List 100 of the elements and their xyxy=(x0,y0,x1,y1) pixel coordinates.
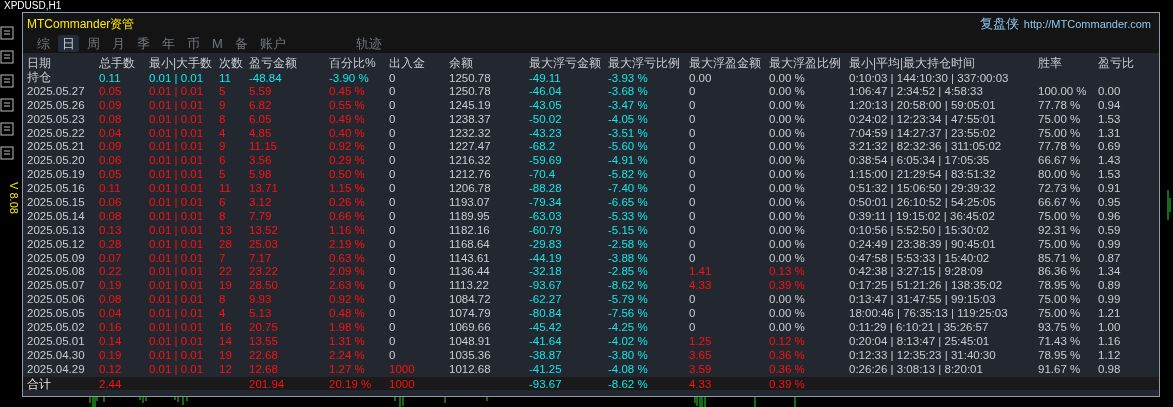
table-cell-text: 0.08 xyxy=(99,293,123,306)
table-cell-text: 2025.05.02 xyxy=(27,320,86,333)
table-cell-text: 0.01 | 0.01 xyxy=(149,334,205,347)
table-cell-text: 2.19 % xyxy=(329,237,366,250)
table-cell-text: 0.00 % xyxy=(769,71,806,84)
table-cell-text: -5.82 % xyxy=(608,168,649,181)
table-cell-text: 13.52 xyxy=(249,223,279,236)
table-cell-text: 20.19 % xyxy=(329,378,373,391)
tab[interactable]: 年 xyxy=(158,35,179,52)
tab[interactable]: M xyxy=(208,35,227,52)
table-cell-text: 0.01 | 0.01 xyxy=(149,168,205,181)
table-cell-text: -60.79 xyxy=(529,223,563,236)
column-header: 总手数 xyxy=(99,55,136,72)
table-cell-text: -41.25 xyxy=(529,362,563,375)
table-cell-text: 0.09 xyxy=(99,98,123,111)
table-cell-text: 4.33 xyxy=(689,378,713,391)
table-cell-text: 2025.05.21 xyxy=(27,140,86,153)
table-cell-text: -5.33 % xyxy=(608,209,649,222)
tab[interactable]: 季 xyxy=(133,35,154,52)
table-cell-text: 0.13 % xyxy=(769,265,806,278)
table-cell-text: 85.71 % xyxy=(1038,251,1082,264)
table-cell-text: 91.67 % xyxy=(1038,362,1082,375)
table-cell-text: 7:04:59 | 14:27:37 | 23:55:02 xyxy=(849,126,997,139)
table-cell-text: 0.01 | 0.01 xyxy=(149,251,205,264)
table-cell-text: -46.04 xyxy=(529,84,563,97)
table-cell-text: -49.11 xyxy=(529,71,562,84)
table-cell-text: 0 xyxy=(689,209,697,222)
table-cell-text: 0.00 % xyxy=(769,223,806,236)
table-cell-text: 0.36 % xyxy=(769,362,806,375)
table-cell-text: -4.05 % xyxy=(608,112,649,125)
table-cell-text: 0 xyxy=(689,293,697,306)
table-cell-text: 1250.78 xyxy=(449,84,492,97)
table-cell-text: 14 xyxy=(219,334,233,347)
table-cell-text: 1206.78 xyxy=(449,182,492,195)
table-cell-text: 2025.05.23 xyxy=(27,112,86,125)
table-cell-text: 0.22 xyxy=(99,265,123,278)
table-cell-text: 2025.05.12 xyxy=(27,237,86,250)
table-cell-text: 1069.66 xyxy=(449,320,492,333)
table-cell-text: 4.85 xyxy=(249,126,273,139)
table-cell-text: 0.00 % xyxy=(769,320,806,333)
table-cell-text: 0 xyxy=(389,112,397,125)
table-cell-text: 75.00 % xyxy=(1038,112,1082,125)
table-cell-text: 5.59 xyxy=(249,84,273,97)
table-cell-text: 0.06 xyxy=(99,154,123,167)
table-cell-text: 13.55 xyxy=(249,334,279,347)
table-cell-text: 1.15 % xyxy=(329,182,366,195)
table-cell-text: 0.45 % xyxy=(329,84,366,97)
website-link[interactable]: http://MTCommander.com xyxy=(1023,18,1151,30)
tab[interactable]: 日 xyxy=(58,35,79,52)
table-cell-text: 2025.05.15 xyxy=(27,195,86,208)
tab[interactable]: 综 xyxy=(33,35,54,52)
table-cell-text: 72.73 % xyxy=(1038,182,1082,195)
table-cell-text: 0.05 xyxy=(99,168,123,181)
table-cell-text: 1193.07 xyxy=(449,195,491,208)
table-cell-text: 0.12 % xyxy=(769,334,806,347)
panel-title: MTCommander资管 xyxy=(27,15,135,33)
table-cell-text: 0.00 % xyxy=(769,140,806,153)
table-cell-text: 0.06 xyxy=(99,195,123,208)
table-cell-text: 0.01 | 0.01 xyxy=(149,195,205,208)
table-cell-text: 0.89 xyxy=(1098,279,1122,292)
table-cell-text: 0 xyxy=(689,182,697,195)
table-cell-text: 0 xyxy=(389,251,397,264)
table-cell-text: 0.50 % xyxy=(329,168,366,181)
table-cell-text: -63.03 xyxy=(529,209,563,222)
table-cell-text: 75.00 % xyxy=(1038,237,1082,250)
tab[interactable]: 账户 xyxy=(255,35,290,52)
table-cell-text: 1113.22 xyxy=(449,279,490,292)
table-cell-text: 77.78 % xyxy=(1038,98,1082,111)
tab[interactable]: 周 xyxy=(83,35,104,52)
table-cell-text: -5.79 % xyxy=(608,293,649,306)
table-cell-text: 0.66 % xyxy=(329,209,366,222)
table-cell-text: 0.19 xyxy=(99,279,123,292)
table-cell-text: 0.87 xyxy=(1098,251,1122,264)
table-cell-text: 0.29 % xyxy=(329,154,366,167)
table-cell-text: 0 xyxy=(389,279,397,292)
table-cell-text: 1:06:47 | 2:34:52 | 4:58:33 xyxy=(849,84,984,97)
table-cell-text: 0 xyxy=(389,195,397,208)
table-cell-text: 2025.05.14 xyxy=(27,209,86,222)
table-cell-text: 0.01 | 0.01 xyxy=(149,307,205,320)
tab[interactable]: 币 xyxy=(183,35,204,52)
table-cell-text: 3.12 xyxy=(249,195,273,208)
table-cell-text: 0:51:32 | 15:06:50 | 29:39:32 xyxy=(849,182,997,195)
table-cell-text: 5.13 xyxy=(249,307,273,320)
table-cell-text: 3:21:32 | 82:32:36 | 311:05:02 xyxy=(849,140,1003,153)
table-cell-text: -41.64 xyxy=(529,334,563,347)
table-cell-text: 合计 xyxy=(27,376,52,392)
table-cell-text: 0 xyxy=(389,293,397,306)
tab[interactable]: 轨迹 xyxy=(351,35,386,52)
table-cell-text: 20.75 xyxy=(249,320,279,333)
table-cell-text: 0.28 xyxy=(99,237,123,250)
table-cell-text: -80.84 xyxy=(529,307,563,320)
table-cell-text: -93.67 xyxy=(529,279,563,292)
table-cell-text: 0.13 xyxy=(99,223,123,236)
tab[interactable]: 备 xyxy=(230,35,252,52)
table-cell-text: 0.01 | 0.01 xyxy=(149,140,205,153)
table-cell-text: 0 xyxy=(389,320,397,333)
table-cell-text: 0.55 % xyxy=(329,98,366,111)
table-cell-text: 0:47:58 | 5:53:33 | 15:40:02 xyxy=(849,251,991,264)
tab[interactable]: 月 xyxy=(108,35,129,52)
table-cell-text: 0.01 | 0.01 xyxy=(149,320,205,333)
